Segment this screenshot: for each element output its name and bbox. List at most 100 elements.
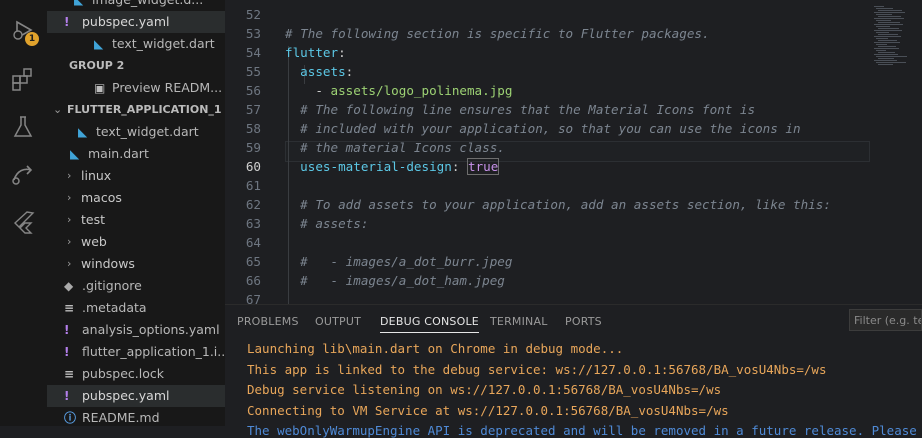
code-punctuation <box>285 254 300 269</box>
console-output-line: The webOnlyWarmupEngine API is deprecate… <box>247 423 917 438</box>
minimap-line <box>876 50 886 51</box>
file-label: main.dart <box>88 146 149 161</box>
explorer-item[interactable]: ! analysis_options.yaml <box>47 319 225 341</box>
code-key: flutter <box>285 45 339 60</box>
editor-group-header[interactable]: GROUP 2 <box>47 55 225 77</box>
code-comment: # - images/a_dot_burr.jpeg <box>300 254 513 269</box>
yaml-icon: ! <box>64 323 70 337</box>
activity-bar: 1 <box>0 0 47 426</box>
extensions-icon[interactable] <box>9 66 37 94</box>
code-editor[interactable]: 52 53 # The following section is specific … <box>225 0 922 304</box>
minimap-line <box>876 38 888 39</box>
testing-icon[interactable] <box>9 113 37 141</box>
filter-input[interactable]: Filter (e.g. text, !exclude) <box>849 309 922 331</box>
code-line[interactable]: # To add assets to your application, add… <box>285 197 831 212</box>
folder-label: test <box>81 212 106 227</box>
code-comment: # The following line ensures that the Ma… <box>300 102 756 117</box>
panel-tab-ports[interactable]: PORTS <box>565 315 602 328</box>
panel-tab-terminal[interactable]: TERMINAL <box>490 315 548 328</box>
code-string: assets/logo_polinema.jpg <box>330 83 513 98</box>
explorer-item[interactable]: ◣ main.dart <box>47 143 225 165</box>
line-number: 58 <box>245 121 261 136</box>
code-punctuation: - <box>285 83 331 98</box>
chevron-down-icon: ⌄ <box>53 103 63 116</box>
explorer-item[interactable]: ! pubspec.yaml <box>47 385 225 407</box>
code-line[interactable]: # - images/a_dot_ham.jpeg <box>285 273 505 288</box>
code-line[interactable]: # - images/a_dot_burr.jpeg <box>285 254 512 269</box>
code-line[interactable]: assets: <box>285 64 353 79</box>
workspace-folder-label: FLUTTER_APPLICATION_1 <box>67 103 222 116</box>
minimap-line <box>878 64 893 65</box>
chevron-right-icon: › <box>67 213 72 226</box>
dart-icon: ◣ <box>78 125 88 139</box>
folder-label: linux <box>81 168 112 183</box>
explorer-item[interactable]: ! flutter_application_1.i... <box>47 341 225 363</box>
code-line[interactable]: flutter: <box>285 45 346 60</box>
code-punctuation <box>285 140 300 155</box>
minimap-line <box>874 6 884 7</box>
yaml-icon: ! <box>64 345 70 359</box>
line-number: 66 <box>245 273 261 288</box>
explorer-item[interactable]: ⓘ README.md <box>47 407 225 426</box>
explorer-folder[interactable]: › test <box>47 209 225 231</box>
console-output-line: This app is linked to the debug service:… <box>247 361 827 377</box>
minimap-line <box>874 60 897 61</box>
flutter-icon[interactable] <box>9 208 37 236</box>
explorer-item[interactable]: ×!pubspec.yaml <box>47 11 225 33</box>
code-line[interactable]: # assets: <box>285 216 368 231</box>
lines-icon: ≡ <box>64 301 75 315</box>
explorer-item[interactable]: ⌄ FLUTTER_APPLICATION_1 <box>47 99 225 121</box>
code-line[interactable]: # The following section is specific to F… <box>285 26 710 41</box>
explorer-item[interactable]: ◣ image_widget.d... <box>47 0 225 11</box>
panel-tab-debug-console[interactable]: DEBUG CONSOLE <box>380 315 479 333</box>
code-punctuation <box>285 216 300 231</box>
minimap-line <box>876 20 891 21</box>
file-label: analysis_options.yaml <box>82 322 220 337</box>
code-punctuation: : <box>345 64 354 79</box>
minimap-line <box>878 58 894 59</box>
code-line[interactable]: # The following line ensures that the Ma… <box>285 102 755 117</box>
minimap-line <box>878 10 902 11</box>
code-line[interactable]: uses-material-design: true <box>285 158 500 175</box>
explorer-folder[interactable]: › web <box>47 231 225 253</box>
explorer-folder[interactable]: › linux <box>47 165 225 187</box>
explorer-item[interactable]: ▣ Preview READM... <box>47 77 225 99</box>
file-label: pubspec.lock <box>82 366 165 381</box>
minimap[interactable] <box>870 0 922 304</box>
line-number: 55 <box>245 64 261 79</box>
minimap-line <box>874 30 902 31</box>
panel-tab-problems[interactable]: PROBLEMS <box>237 315 299 328</box>
minimap-line <box>878 52 895 53</box>
code-line[interactable]: # included with your application, so tha… <box>285 121 800 136</box>
explorer-folder[interactable]: › macos <box>47 187 225 209</box>
explorer-item[interactable]: ◣ text_widget.dart <box>47 33 225 55</box>
explorer-item[interactable]: ◆ .gitignore <box>47 275 225 297</box>
line-number: 63 <box>245 216 261 231</box>
code-line[interactable]: - assets/logo_polinema.jpg <box>285 83 512 98</box>
remote-explorer-icon[interactable] <box>9 160 37 188</box>
panel-tab-output[interactable]: OUTPUT <box>315 315 361 328</box>
folder-label: windows <box>81 256 135 271</box>
minimap-line <box>876 32 889 33</box>
lines-icon: ≡ <box>64 367 75 381</box>
line-number: 54 <box>245 45 261 60</box>
minimap-line <box>876 8 893 9</box>
code-line[interactable]: # the material Icons class. <box>285 140 505 155</box>
line-number: 61 <box>245 178 261 193</box>
explorer-folder[interactable]: › windows <box>47 253 225 275</box>
folder-label: macos <box>81 190 122 205</box>
debug-badge: 1 <box>25 32 39 46</box>
explorer-sidebar: ◣image_widget.d...×!pubspec.yaml◣text_wi… <box>47 0 225 426</box>
minimap-line <box>874 36 901 37</box>
minimap-line <box>874 24 903 25</box>
code-punctuation <box>285 102 300 117</box>
minimap-line <box>874 18 904 19</box>
explorer-item[interactable]: ≡ .metadata <box>47 297 225 319</box>
explorer-item[interactable]: ◣ text_widget.dart <box>47 121 225 143</box>
explorer-item[interactable]: ≡ pubspec.lock <box>47 363 225 385</box>
console-output-line: Connecting to VM Service at ws://127.0.0… <box>247 402 729 418</box>
code-punctuation <box>285 197 300 212</box>
line-number: 64 <box>245 235 261 250</box>
minimap-line <box>874 12 905 13</box>
minimap-line <box>878 34 898 35</box>
